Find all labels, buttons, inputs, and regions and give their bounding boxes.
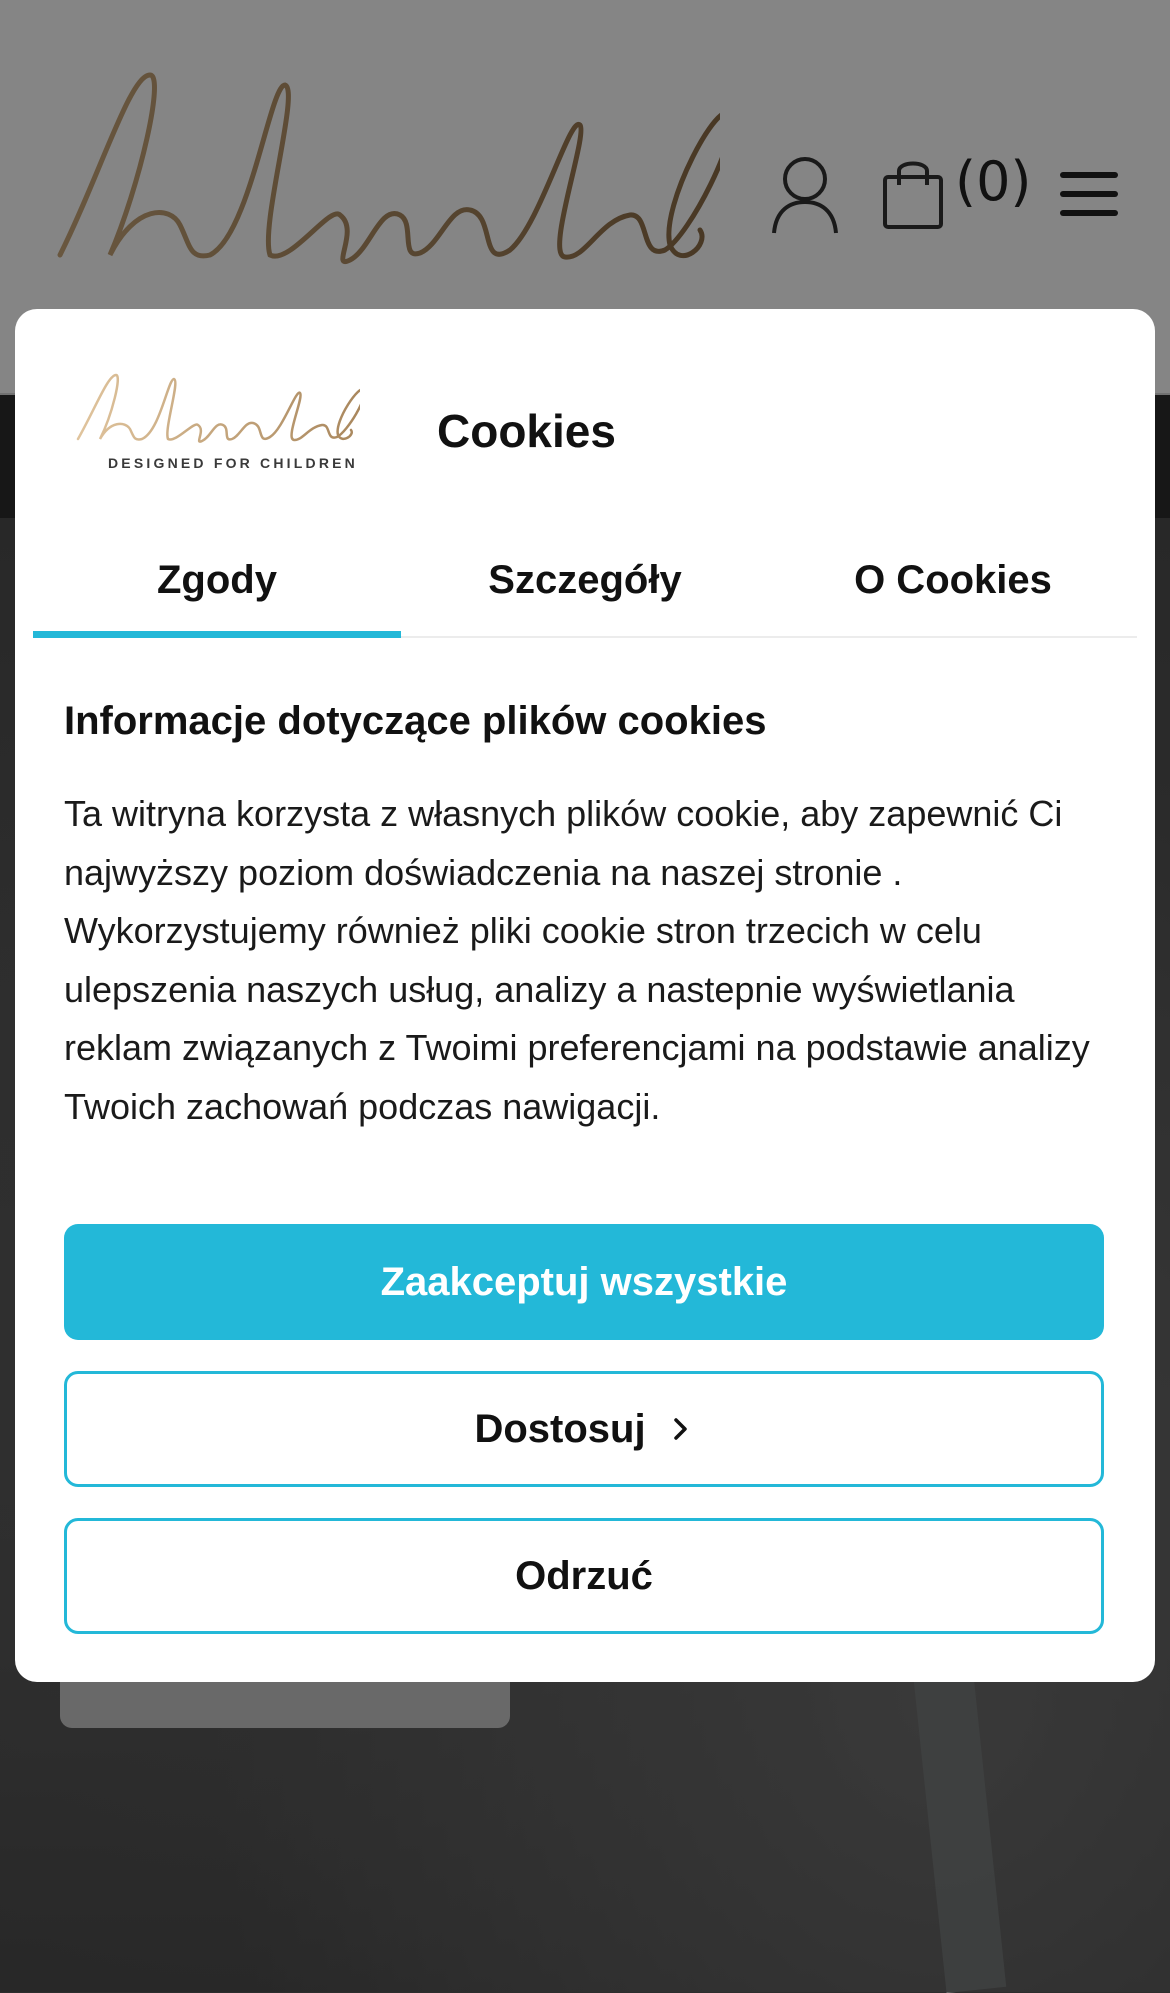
customize-label: Dostosuj [474, 1406, 646, 1451]
modal-logo: DESIGNED FOR CHILDREN [70, 369, 360, 479]
modal-title: Cookies [437, 405, 616, 457]
customize-button[interactable]: Dostosuj [64, 1371, 1104, 1487]
modal-header: DESIGNED FOR CHILDREN Cookies [15, 309, 1155, 509]
tab-o-cookies[interactable]: O Cookies [769, 524, 1137, 636]
cookie-info-text: Ta witryna korzysta z własnych plików co… [64, 793, 1090, 1127]
accept-all-button[interactable]: Zaakceptuj wszystkie [64, 1224, 1104, 1340]
reject-label: Odrzuć [515, 1553, 653, 1598]
cookie-info-heading: Informacje dotyczące plików cookies [64, 699, 767, 743]
accept-all-label: Zaakceptuj wszystkie [380, 1259, 788, 1304]
consent-tabs: Zgody Szczegóły O Cookies [33, 524, 1137, 638]
tab-zgody[interactable]: Zgody [33, 524, 401, 638]
tab-szczegoly[interactable]: Szczegóły [401, 524, 769, 636]
cookie-consent-modal: DESIGNED FOR CHILDREN Cookies Zgody Szcz… [15, 309, 1155, 1682]
reject-button[interactable]: Odrzuć [64, 1518, 1104, 1634]
modal-logo-tagline: DESIGNED FOR CHILDREN [108, 455, 358, 471]
chevron-right-icon [673, 1418, 687, 1440]
modal-logo-script [76, 373, 360, 443]
